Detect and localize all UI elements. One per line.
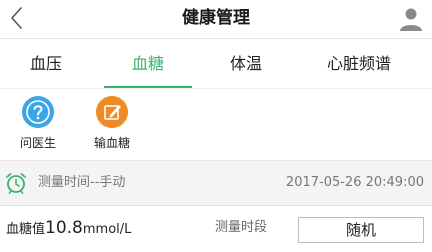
alarm-clock-icon [6,173,26,194]
period-label: 测量时段 [215,220,268,235]
ask-doctor-icon-wrap [22,96,54,128]
tab-heart-spectrum[interactable]: 心脏频谱 [302,44,416,86]
tab-bar: 血压 血糖 体温 心脏频谱 [0,44,432,88]
top-bar: 健康管理 [0,0,432,38]
user-profile-button[interactable] [398,6,424,32]
input-glucose-label: 输血糖 [93,136,130,150]
tabs-divider [0,88,432,89]
period-select[interactable]: 随机 [298,217,424,243]
user-icon [400,8,422,31]
glucose-number: 10.8 [45,218,83,238]
edit-icon [104,105,121,120]
measure-time-value: 2017-05-26 20:49:00 [285,175,424,190]
header-divider [0,38,432,39]
glucose-reading: 血糖值10.8mmol/L [6,206,131,252]
input-glucose-button[interactable]: 输血糖 [84,96,140,152]
tab-blood-glucose[interactable]: 血糖 [104,44,192,86]
measure-time-row[interactable]: 测量时间--手动 2017-05-26 20:49:00 [0,161,432,205]
page-title: 健康管理 [182,8,250,28]
tab-blood-pressure[interactable]: 血压 [4,44,88,86]
input-glucose-icon-wrap [96,96,128,128]
glucose-row: 血糖值10.8mmol/L 测量时段 随机 [0,206,432,243]
ask-doctor-label: 问医生 [19,136,56,150]
glucose-unit: mmol/L [82,222,132,237]
glucose-prefix: 血糖值 [6,222,46,237]
tab-temperature[interactable]: 体温 [204,44,288,86]
question-icon [26,100,50,124]
measure-time-label: 测量时间--手动 [38,175,126,190]
ask-doctor-button[interactable]: 问医生 [10,96,66,152]
